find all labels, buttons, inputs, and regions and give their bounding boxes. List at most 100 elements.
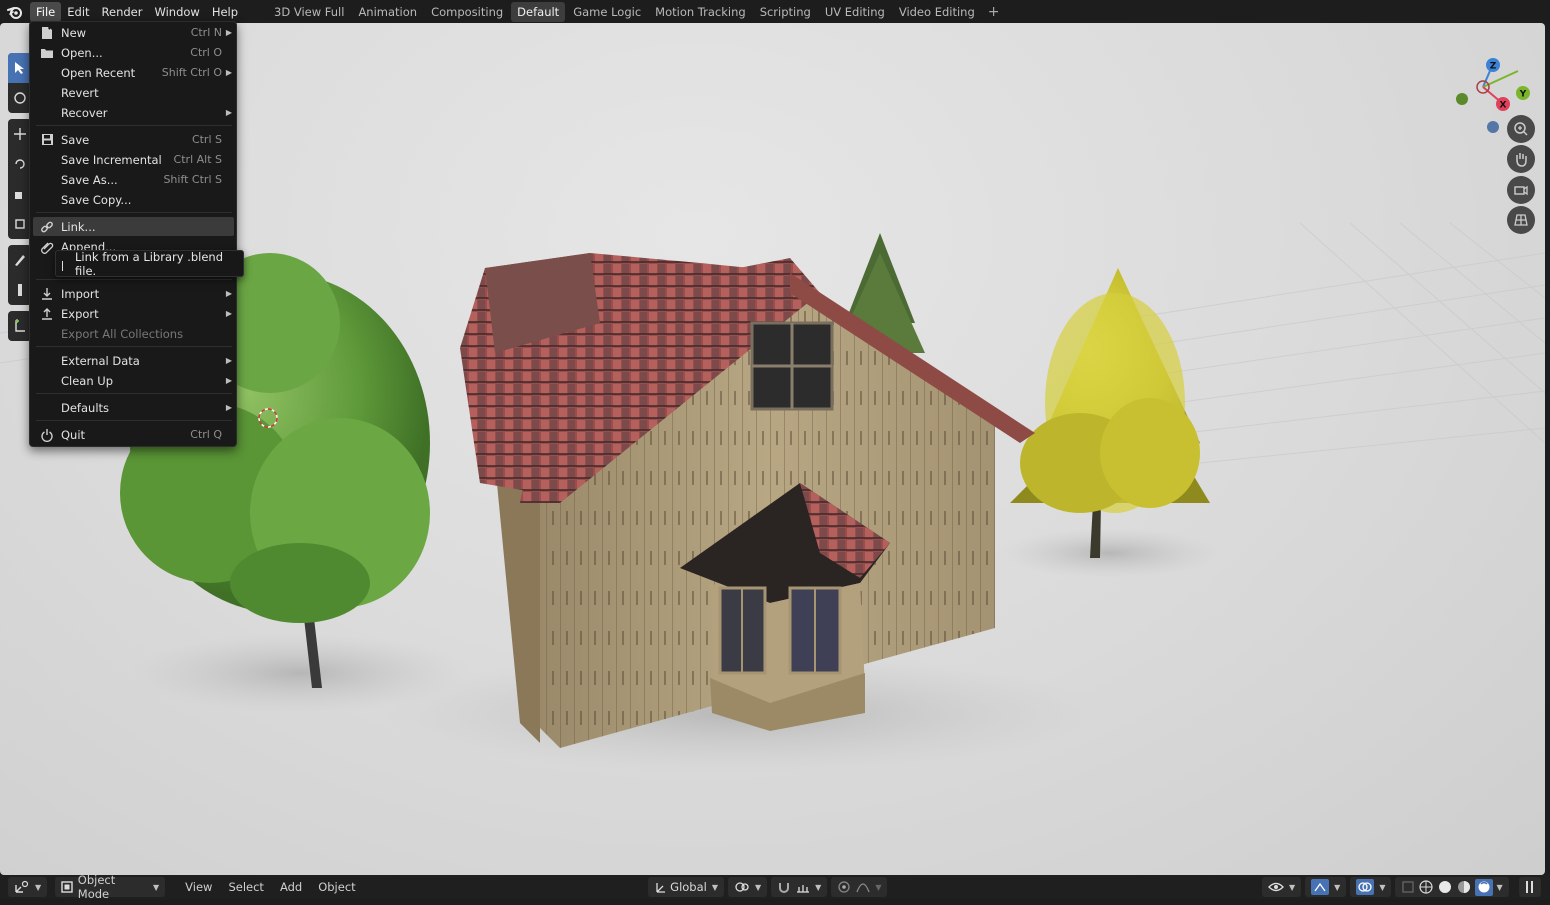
- editor-type-selector[interactable]: ▼: [8, 877, 48, 897]
- tab-video-editing[interactable]: Video Editing: [893, 2, 981, 22]
- tab-uv-editing[interactable]: UV Editing: [819, 2, 891, 22]
- gizmo-toggle[interactable]: ▼: [1305, 877, 1347, 897]
- submenu-arrow-icon: ▶: [225, 403, 232, 412]
- menu-help[interactable]: Help: [206, 2, 244, 22]
- menu-item-revert[interactable]: Revert: [33, 83, 234, 102]
- submenu-arrow-icon: ▶: [225, 356, 232, 365]
- menu-separator: [36, 279, 232, 280]
- menu-item-defaults[interactable]: Defaults ▶: [33, 398, 234, 417]
- submenu-arrow-icon: ▶: [225, 289, 232, 298]
- proportional-edit-icon: [838, 881, 850, 893]
- orientation-axes-icon: [656, 883, 666, 893]
- chevron-down-icon: ▼: [35, 882, 42, 892]
- chevron-down-icon: ▼: [153, 882, 160, 892]
- viewport-header: ▼ Object Mode ▼ View Select Add Object G…: [0, 873, 1550, 901]
- pivot-point-selector[interactable]: ▼: [728, 877, 768, 897]
- orientation-label: Global: [670, 880, 707, 894]
- menu-item-external-data[interactable]: External Data ▶: [33, 351, 234, 370]
- folder-icon: [39, 45, 55, 61]
- rendered-shading-icon[interactable]: [1475, 878, 1494, 896]
- menu-item-recover[interactable]: Recover ▶: [33, 103, 234, 122]
- chevron-down-icon: ▼: [875, 882, 882, 892]
- transform-orientation-selector[interactable]: Global ▼: [648, 877, 724, 897]
- menu-item-open[interactable]: Open... Ctrl O: [33, 43, 234, 62]
- xray-icon[interactable]: [1401, 880, 1415, 894]
- menu-item-clean-up[interactable]: Clean Up ▶: [33, 371, 234, 390]
- append-icon: [39, 239, 55, 255]
- overlays-icon: [1356, 879, 1375, 895]
- tooltip: Link from a Library .blend file.: [55, 250, 244, 278]
- menu-separator: [36, 125, 232, 126]
- mode-label: Object Mode: [77, 873, 116, 901]
- pan-hand-icon[interactable]: [1507, 145, 1535, 173]
- menu-render[interactable]: Render: [96, 2, 149, 22]
- menu-item-save[interactable]: Save Ctrl S: [33, 130, 234, 149]
- menu-window[interactable]: Window: [148, 2, 205, 22]
- chevron-down-icon: ▼: [1496, 882, 1503, 892]
- submenu-arrow-icon: ▶: [225, 108, 232, 117]
- shading-modes: ▼: [1395, 877, 1509, 897]
- tab-motion-tracking[interactable]: Motion Tracking: [649, 2, 752, 22]
- gizmo-x-label: X: [1500, 101, 1507, 111]
- viewport-edge: [1545, 23, 1550, 875]
- overlays-toggle[interactable]: ▼: [1350, 877, 1392, 897]
- mode-selector[interactable]: Object Mode ▼: [55, 873, 166, 901]
- view-menu[interactable]: View: [173, 876, 220, 898]
- power-icon: [39, 427, 55, 443]
- tab-game-logic[interactable]: Game Logic: [567, 2, 647, 22]
- material-shading-icon[interactable]: [1456, 879, 1472, 895]
- tooltip-marker: [62, 261, 63, 271]
- sidebar-toggle[interactable]: [1518, 877, 1541, 897]
- proportional-edit-toggle[interactable]: ▼: [831, 877, 888, 897]
- menu-item-export-all-collections: Export All Collections: [61, 326, 184, 341]
- falloff-curve-icon: [856, 883, 870, 893]
- menu-item-new[interactable]: New Ctrl N ▶: [33, 23, 234, 42]
- import-icon: [39, 286, 55, 302]
- menu-item-save-copy[interactable]: Save Copy...: [33, 190, 234, 209]
- object-menu[interactable]: Object: [310, 876, 363, 898]
- link-icon: [39, 219, 55, 235]
- add-workspace-button[interactable]: +: [983, 2, 1005, 22]
- editor-type-icon: [15, 880, 29, 893]
- blender-logo-icon[interactable]: [0, 0, 30, 23]
- snap-increment-icon: [797, 885, 810, 893]
- save-icon: [39, 132, 55, 148]
- menu-item-save-as[interactable]: Save As... Shift Ctrl S: [33, 170, 234, 189]
- snap-toggle[interactable]: ▼: [771, 877, 828, 897]
- new-file-icon: [39, 25, 55, 41]
- zoom-icon[interactable]: [1507, 115, 1535, 143]
- tab-compositing[interactable]: Compositing: [425, 2, 509, 22]
- submenu-arrow-icon: ▶: [225, 28, 232, 37]
- object-mode-icon: [61, 881, 73, 893]
- menu-item-export[interactable]: Export ▶: [33, 304, 234, 323]
- chevron-down-icon: ▼: [1379, 882, 1386, 892]
- tab-3d-view-full[interactable]: 3D View Full: [268, 2, 350, 22]
- wireframe-shading-icon[interactable]: [1418, 879, 1434, 895]
- tab-default[interactable]: Default: [511, 1, 566, 22]
- chevron-down-icon: ▼: [755, 882, 762, 892]
- camera-view-icon[interactable]: [1507, 176, 1535, 204]
- tab-animation[interactable]: Animation: [352, 2, 423, 22]
- visibility-selector[interactable]: ▼: [1262, 877, 1302, 897]
- solid-shading-icon[interactable]: [1437, 879, 1453, 895]
- menu-item-quit[interactable]: Quit Ctrl Q: [33, 425, 234, 444]
- menu-item-save-incremental[interactable]: Save Incremental Ctrl Alt S: [33, 150, 234, 169]
- menu-item-link[interactable]: Link...: [33, 217, 234, 236]
- export-icon: [39, 306, 55, 322]
- menu-item-open-recent[interactable]: Open Recent Shift Ctrl O ▶: [33, 63, 234, 82]
- menu-file[interactable]: File: [30, 1, 62, 22]
- menu-edit[interactable]: Edit: [61, 2, 95, 22]
- workspace-tabs: 3D View Full Animation Compositing Defau…: [268, 0, 1007, 23]
- tab-scripting[interactable]: Scripting: [754, 2, 817, 22]
- chevron-down-icon: ▼: [711, 882, 718, 892]
- select-menu[interactable]: Select: [220, 876, 271, 898]
- chevron-down-icon: ▼: [815, 882, 822, 892]
- add-menu[interactable]: Add: [272, 876, 310, 898]
- menu-item-import[interactable]: Import ▶: [33, 284, 234, 303]
- gizmo-z-label: Z: [1490, 62, 1497, 72]
- chevron-down-icon: ▼: [1289, 882, 1296, 892]
- eye-icon: [1268, 882, 1284, 892]
- menu-separator: [36, 393, 232, 394]
- menu-separator: [36, 212, 232, 213]
- perspective-grid-icon[interactable]: [1507, 206, 1535, 234]
